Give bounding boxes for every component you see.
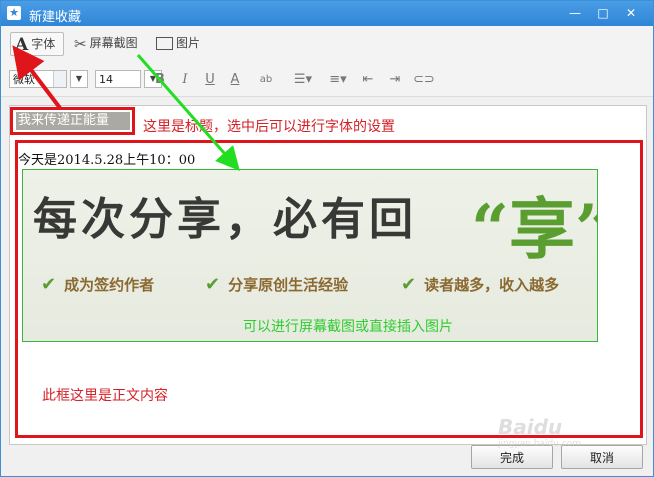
green-arrow (136, 54, 240, 172)
annotation-arrows (12, 45, 240, 172)
red-arrow (12, 45, 62, 110)
